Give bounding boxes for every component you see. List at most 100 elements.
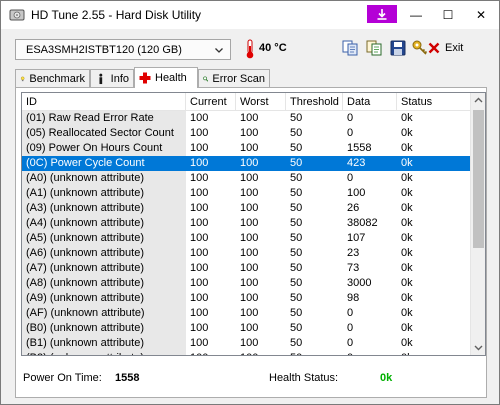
table-row[interactable]: (A4) (unknown attribute) 100 100 50 38082 0k — [22, 216, 470, 231]
cell-status: 0k — [401, 247, 413, 259]
table-row[interactable]: (B2) (unknown attribute)1001005000k — [22, 351, 470, 355]
cell-current: 100 — [190, 262, 209, 274]
cell-current: 100 — [190, 247, 209, 259]
cell-worst: 100 — [240, 172, 259, 184]
cell-status: 0k — [401, 307, 413, 319]
exit-button[interactable]: Exit — [427, 38, 463, 58]
cell-status: 0k — [401, 127, 413, 139]
cell-status: 0k — [397, 351, 470, 355]
table-row[interactable]: (B0) (unknown attribute) 100 100 50 0 0k — [22, 321, 470, 336]
tab-benchmark[interactable]: Benchmark — [15, 69, 90, 87]
column-header-worst[interactable]: Worst — [236, 93, 286, 111]
copy-icon[interactable] — [341, 39, 359, 57]
cell-threshold: 50 — [290, 247, 303, 259]
power-on-time-label: Power On Time: — [23, 372, 102, 384]
table-row[interactable]: (05) Reallocated Sector Count 100 100 50 0 0k — [22, 126, 470, 141]
cell-id: (A0) (unknown attribute) — [22, 171, 186, 186]
cell-data: 107 — [347, 232, 366, 244]
cell-worst: 100 — [236, 156, 286, 171]
table-row[interactable]: (A7) (unknown attribute) 100 100 50 73 0k — [22, 261, 470, 276]
cell-status: 0k — [401, 112, 413, 124]
cell-data: 38082 — [347, 217, 378, 229]
table-row[interactable]: (A9) (unknown attribute) 100 100 50 98 0k — [22, 291, 470, 306]
table-row[interactable]: (A8) (unknown attribute) 100 100 50 3000 0k — [22, 276, 470, 291]
column-header-id[interactable]: ID — [22, 93, 186, 111]
cell-current: 100 — [190, 112, 209, 124]
cell-data: 0 — [347, 322, 354, 334]
scroll-up-button[interactable] — [471, 93, 485, 108]
table-row[interactable]: (A0) (unknown attribute) 100 100 50 0 0k — [22, 171, 470, 186]
table-row[interactable]: (A3) (unknown attribute) 100 100 50 26 0k — [22, 201, 470, 216]
app-window: HD Tune 2.55 - Hard Disk Utility — ☐ ✕ E… — [0, 0, 500, 405]
tab-info-label: Info — [110, 72, 129, 85]
cell-threshold: 50 — [290, 127, 303, 139]
cell-data: 0 — [347, 172, 354, 184]
cell-status: 0k — [401, 187, 413, 199]
column-header-current[interactable]: Current — [186, 93, 236, 111]
cell-current: 100 — [190, 217, 209, 229]
cell-id: (A5) (unknown attribute) — [22, 231, 186, 246]
cell-id: (A7) (unknown attribute) — [22, 261, 186, 276]
cell-id: (B2) (unknown attribute) — [22, 351, 186, 355]
column-header-threshold[interactable]: Threshold — [286, 93, 343, 111]
cell-status: 0k — [401, 172, 413, 184]
minimize-button[interactable]: — — [399, 1, 433, 29]
cell-worst: 100 — [240, 142, 259, 154]
table-row[interactable]: (09) Power On Hours Count 100 100 50 1558 0k — [22, 141, 470, 156]
column-header-data[interactable]: Data — [343, 93, 397, 111]
table-row[interactable]: (A1) (unknown attribute) 100 100 50 100 0k — [22, 186, 470, 201]
cell-threshold: 50 — [290, 112, 303, 124]
hard-disk-app-icon — [9, 9, 25, 21]
cell-worst: 100 — [240, 292, 259, 304]
copy-all-icon[interactable] — [365, 39, 383, 57]
cell-data: 3000 — [347, 277, 372, 289]
drive-select[interactable]: ESA3SMH2ISTBT120 (120 GB) — [15, 39, 231, 60]
cell-id: (A3) (unknown attribute) — [22, 201, 186, 216]
cell-status: 0k — [401, 202, 413, 214]
cell-data: 0 — [347, 307, 354, 319]
cell-worst: 100 — [240, 262, 259, 274]
column-header-status[interactable]: Status — [397, 93, 470, 111]
tab-health-label: Health — [155, 72, 187, 84]
table-row[interactable]: (01) Raw Read Error Rate 100 100 50 0 0k — [22, 111, 470, 126]
tab-health[interactable]: Health — [134, 67, 198, 88]
table-row[interactable]: (0C) Power Cycle Count 100 100 50 423 0k — [22, 156, 470, 171]
chevron-down-icon — [215, 48, 223, 53]
close-button[interactable]: ✕ — [463, 1, 499, 29]
cell-threshold: 50 — [290, 232, 303, 244]
table-row[interactable]: (A6) (unknown attribute) 100 100 50 23 0k — [22, 246, 470, 261]
cell-threshold: 50 — [290, 262, 303, 274]
cell-data: 1558 — [347, 142, 372, 154]
cell-current: 100 — [186, 156, 236, 171]
scroll-down-button[interactable] — [471, 340, 485, 355]
save-icon[interactable] — [389, 39, 407, 57]
health-panel: ID Current Worst Threshold Data Status (… — [15, 87, 487, 398]
cell-worst: 100 — [240, 127, 259, 139]
cell-id: (05) Reallocated Sector Count — [22, 126, 186, 141]
cell-status: 0k — [401, 337, 413, 349]
toolbar: ESA3SMH2ISTBT120 (120 GB) 40 °C Exit — [1, 29, 499, 65]
chevron-up-icon — [474, 97, 483, 103]
cell-data: 0 — [347, 127, 354, 139]
cell-current: 100 — [190, 277, 209, 289]
table-row[interactable]: (A5) (unknown attribute) 100 100 50 107 0k — [22, 231, 470, 246]
download-pin-button[interactable] — [367, 5, 397, 23]
title-bar: HD Tune 2.55 - Hard Disk Utility — ☐ ✕ — [1, 1, 499, 29]
table-row[interactable]: (B1) (unknown attribute) 100 100 50 0 0k — [22, 336, 470, 351]
temperature-readout: 40 °C — [259, 42, 287, 54]
cell-worst: 100 — [240, 277, 259, 289]
scroll-thumb[interactable] — [473, 110, 484, 248]
tab-error-scan[interactable]: Error Scan — [198, 69, 270, 87]
cell-worst: 100 — [240, 217, 259, 229]
cell-id: (A1) (unknown attribute) — [22, 186, 186, 201]
vertical-scrollbar[interactable] — [470, 93, 485, 355]
cell-worst: 100 — [240, 232, 259, 244]
maximize-button[interactable]: ☐ — [431, 1, 465, 29]
smart-attributes-list[interactable]: ID Current Worst Threshold Data Status (… — [21, 92, 486, 356]
tab-info[interactable]: Info — [90, 69, 134, 87]
power-on-time-value: 1558 — [115, 372, 140, 384]
table-row[interactable]: (AF) (unknown attribute) 100 100 50 0 0k — [22, 306, 470, 321]
cell-status: 0k — [401, 262, 413, 274]
cell-worst: 100 — [240, 247, 259, 259]
thermometer-icon — [246, 39, 254, 59]
